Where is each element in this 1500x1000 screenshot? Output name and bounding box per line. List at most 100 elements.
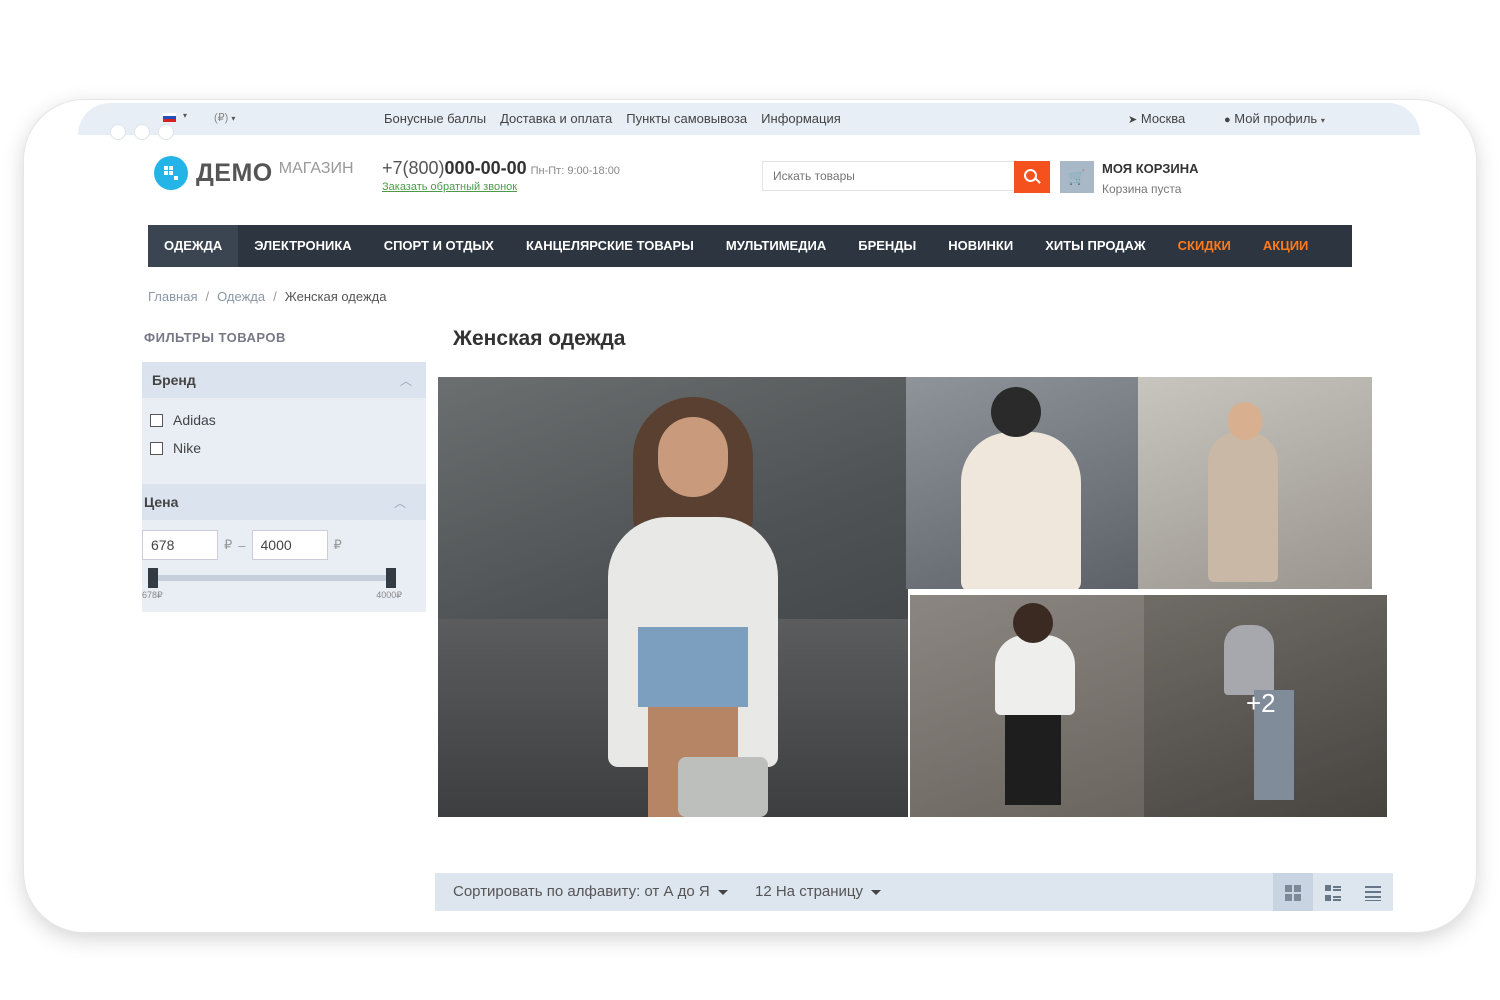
slider-handle-min[interactable] bbox=[148, 568, 158, 588]
profile-label: Мой профиль bbox=[1234, 111, 1318, 126]
nav-item-new[interactable]: НОВИНКИ bbox=[932, 225, 1029, 267]
cart-title: МОЯ КОРЗИНА bbox=[1102, 161, 1199, 176]
page-title: Женская одежда bbox=[453, 327, 626, 350]
phone-block: +7(800)000-00-00 Пн-Пт: 9:00-18:00 Заказа… bbox=[382, 158, 620, 193]
slider-min-label: 678₽ bbox=[142, 590, 163, 600]
photo-figure bbox=[961, 432, 1081, 589]
nav-item-discounts[interactable]: СКИДКИ bbox=[1162, 225, 1247, 267]
photo-figure bbox=[991, 387, 1041, 437]
nav-item-electronics[interactable]: ЭЛЕКТРОНИКА bbox=[238, 225, 367, 267]
photo-figure bbox=[638, 627, 748, 707]
language-caret-icon[interactable]: ▾ bbox=[183, 111, 187, 120]
nav-item-office[interactable]: КАНЦЕЛЯРСКИЕ ТОВАРЫ bbox=[510, 225, 710, 267]
site-logo[interactable]: ДЕМО МАГАЗИН bbox=[154, 156, 354, 190]
currency-selector[interactable]: (₽) ▾ bbox=[214, 111, 235, 124]
filters-title: ФИЛЬТРЫ ТОВАРОВ bbox=[144, 330, 286, 345]
price-inputs: ₽ – ₽ bbox=[142, 530, 348, 560]
caret-down-icon bbox=[717, 889, 728, 895]
top-bar: ▾ (₽) ▾ Бонусные баллы Доставка и оплата… bbox=[78, 103, 1420, 135]
top-link-info[interactable]: Информация bbox=[761, 111, 841, 126]
cart-icon[interactable]: 🛒 bbox=[1060, 161, 1094, 193]
currency-sign: ₽ bbox=[224, 537, 233, 552]
phone-main: 000-00-00 bbox=[444, 158, 527, 178]
slider-handle-max[interactable] bbox=[386, 568, 396, 588]
brand-option-adidas[interactable]: Adidas bbox=[150, 412, 216, 428]
view-list-button[interactable] bbox=[1313, 873, 1353, 911]
price-filter-title: Цена bbox=[144, 494, 179, 510]
sort-toolbar: Сортировать по алфавиту: от А до Я 12 На… bbox=[435, 873, 1393, 911]
window-dot bbox=[134, 124, 150, 140]
brand-filter-header[interactable]: Бренд ︿ bbox=[142, 362, 426, 398]
top-link-delivery[interactable]: Доставка и оплата bbox=[500, 111, 612, 126]
currency-sign: ₽ bbox=[333, 537, 342, 552]
phone-number[interactable]: +7(800)000-00-00 bbox=[382, 158, 527, 178]
city-selector[interactable]: ➤ Москва bbox=[1128, 111, 1185, 126]
logo-icon bbox=[154, 156, 188, 190]
russian-flag-icon[interactable] bbox=[163, 113, 176, 122]
top-link-bonus[interactable]: Бонусные баллы bbox=[384, 111, 486, 126]
nav-item-brands[interactable]: БРЕНДЫ bbox=[842, 225, 932, 267]
view-grid-button[interactable] bbox=[1273, 873, 1313, 911]
nav-item-sport[interactable]: СПОРТ И ОТДЫХ bbox=[368, 225, 510, 267]
currency-caret-icon: ▾ bbox=[231, 114, 236, 123]
profile-caret-icon: ▾ bbox=[1320, 116, 1325, 125]
per-page-label: 12 На страницу bbox=[755, 883, 864, 900]
price-slider[interactable]: 678₽ 4000₽ bbox=[142, 568, 402, 600]
per-page-dropdown[interactable]: 12 На страницу bbox=[755, 883, 882, 900]
nav-item-clothing[interactable]: ОДЕЖДА bbox=[148, 225, 239, 267]
cart-widget[interactable]: 🛒 МОЯ КОРЗИНА Корзина пуста bbox=[1060, 161, 1199, 196]
category-photo-2[interactable] bbox=[906, 377, 1138, 589]
brand-filter-title: Бренд bbox=[152, 372, 196, 388]
currency-label: (₽) bbox=[214, 112, 229, 124]
top-links: Бонусные баллы Доставка и оплата Пункты … bbox=[384, 111, 841, 126]
phone-prefix: +7(800) bbox=[382, 158, 445, 178]
callback-link[interactable]: Заказать обратный звонок bbox=[382, 181, 620, 193]
more-photos-count[interactable]: +2 bbox=[1246, 688, 1276, 719]
cart-text: МОЯ КОРЗИНА Корзина пуста bbox=[1102, 161, 1199, 196]
checkbox[interactable] bbox=[150, 441, 163, 455]
price-filter-header[interactable]: Цена ︿ bbox=[142, 484, 426, 520]
top-link-pickup[interactable]: Пункты самовывоза bbox=[626, 111, 747, 126]
breadcrumb-home[interactable]: Главная bbox=[148, 289, 197, 304]
breadcrumb-current: Женская одежда bbox=[284, 289, 387, 304]
user-icon: ● bbox=[1224, 114, 1231, 126]
category-photo-4[interactable] bbox=[910, 595, 1148, 817]
main-nav: ОДЕЖДА ЭЛЕКТРОНИКА СПОРТ И ОТДЫХ КАНЦЕЛЯ… bbox=[148, 225, 1352, 267]
photo-figure bbox=[658, 417, 728, 497]
chevron-up-icon[interactable]: ︿ bbox=[394, 494, 406, 511]
window-dot bbox=[158, 124, 174, 140]
sort-dropdown[interactable]: Сортировать по алфавиту: от А до Я bbox=[453, 883, 728, 900]
logo-shop-text: МАГАЗИН bbox=[278, 160, 354, 177]
filter-panel: Бренд ︿ Adidas Nike Цена ︿ ₽ – ₽ 678₽ 40… bbox=[142, 362, 426, 612]
category-photo-3[interactable] bbox=[1138, 377, 1372, 589]
search-button[interactable] bbox=[1014, 161, 1050, 193]
nav-item-promotions[interactable]: АКЦИИ bbox=[1247, 225, 1325, 267]
range-dash: – bbox=[238, 537, 246, 553]
grid-icon bbox=[1285, 885, 1301, 901]
window-dots bbox=[110, 124, 174, 140]
profile-menu[interactable]: ● Мой профиль ▾ bbox=[1224, 111, 1325, 126]
search-input[interactable] bbox=[762, 161, 1014, 191]
location-arrow-icon: ➤ bbox=[1128, 114, 1138, 126]
brand-option-nike[interactable]: Nike bbox=[150, 440, 201, 456]
nav-item-bestsellers[interactable]: ХИТЫ ПРОДАЖ bbox=[1029, 225, 1161, 267]
price-max-input[interactable] bbox=[251, 530, 328, 560]
category-photo-main[interactable] bbox=[438, 377, 908, 817]
cart-status: Корзина пуста bbox=[1102, 182, 1182, 196]
checkbox[interactable] bbox=[150, 413, 163, 427]
chevron-up-icon[interactable]: ︿ bbox=[400, 372, 412, 389]
view-rows-button[interactable] bbox=[1353, 873, 1393, 911]
breadcrumb: Главная / Одежда / Женская одежда bbox=[148, 289, 386, 304]
photo-figure bbox=[1208, 432, 1278, 582]
caret-down-icon bbox=[871, 889, 882, 895]
sort-label: Сортировать по алфавиту: от А до Я bbox=[453, 883, 710, 900]
breadcrumb-section[interactable]: Одежда bbox=[217, 289, 265, 304]
photo-figure bbox=[1013, 603, 1053, 643]
brand-option-label: Adidas bbox=[173, 412, 216, 428]
breadcrumb-separator: / bbox=[273, 289, 277, 304]
nav-item-multimedia[interactable]: МУЛЬТИМЕДИА bbox=[710, 225, 842, 267]
search-form bbox=[762, 161, 1050, 193]
work-hours: Пн-Пт: 9:00-18:00 bbox=[530, 165, 620, 177]
breadcrumb-separator: / bbox=[205, 289, 210, 304]
price-min-input[interactable] bbox=[142, 530, 218, 560]
